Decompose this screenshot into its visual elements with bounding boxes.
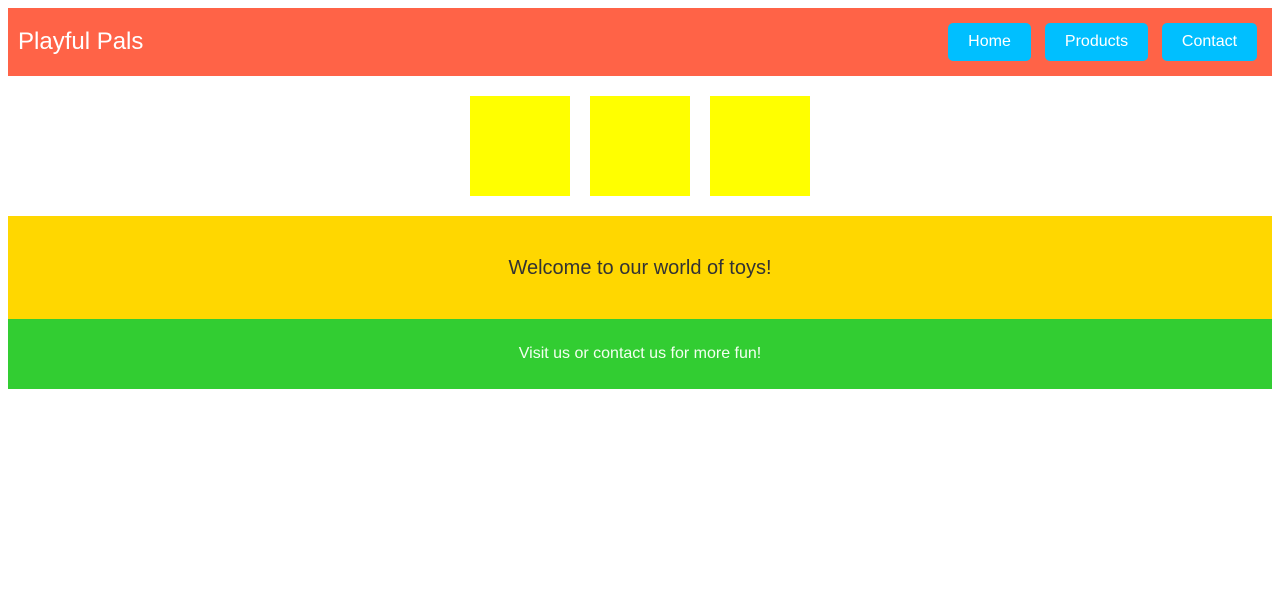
- welcome-banner: Welcome to our world of toys!: [8, 216, 1272, 319]
- brand-title: Playful Pals: [18, 28, 144, 55]
- page: Playful Pals Home Products Contact Welco…: [0, 0, 1280, 600]
- toy-block-1: [470, 96, 570, 196]
- toy-gallery: [470, 96, 810, 196]
- toy-block-2: [590, 96, 690, 196]
- header: Playful Pals Home Products Contact: [8, 8, 1272, 76]
- footer: Visit us or contact us for more fun!: [8, 319, 1272, 389]
- contact-button[interactable]: Contact: [1162, 23, 1257, 61]
- products-button[interactable]: Products: [1045, 23, 1148, 61]
- toy-block-3: [710, 96, 810, 196]
- footer-message: Visit us or contact us for more fun!: [518, 345, 762, 362]
- main-nav: Home Products Contact: [948, 23, 1257, 61]
- welcome-message: Welcome to our world of toys!: [508, 256, 772, 279]
- home-button[interactable]: Home: [948, 23, 1031, 61]
